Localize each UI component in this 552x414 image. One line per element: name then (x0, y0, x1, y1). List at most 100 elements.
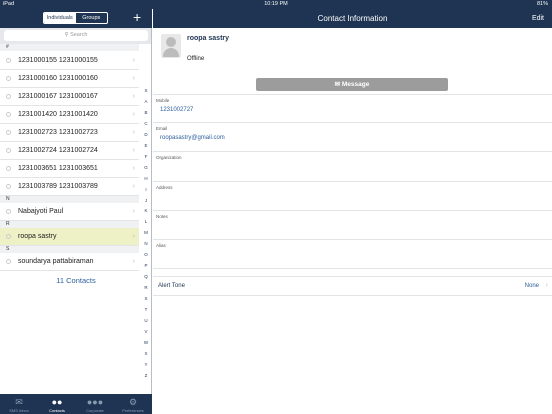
contact-name: 1231000167 1231000167 (18, 93, 98, 100)
tab-contacts[interactable]: ●● Contacts (38, 394, 76, 414)
contact-row[interactable]: 1231000155 1231000155 › (0, 52, 139, 70)
contact-row[interactable]: soundarya pattabiraman › (0, 253, 139, 271)
envelope-icon: ✉ (15, 397, 23, 407)
contact-name: 1231003651 1231003651 (18, 165, 98, 172)
tab-corporate[interactable]: ●●● Corporate (76, 394, 114, 414)
index-letter[interactable]: A (144, 99, 147, 104)
contact-name: 1231000160 1231000160 (18, 75, 98, 82)
seg-individuals[interactable]: Individuals (44, 13, 76, 23)
seg-groups[interactable]: Groups (76, 13, 108, 23)
chevron-right-icon: › (545, 282, 548, 289)
field-alias[interactable]: Alias (153, 240, 552, 269)
section-header-hash: # (0, 44, 139, 51)
search-placeholder: Search (70, 32, 88, 38)
index-letter[interactable]: Y (144, 362, 147, 367)
add-contact-button[interactable]: + (133, 10, 141, 25)
contact-row[interactable]: 1231003789 1231003789 › (0, 178, 139, 196)
index-letter[interactable]: Z (145, 373, 148, 378)
chevron-right-icon: › (132, 147, 135, 154)
field-notes[interactable]: Notes (153, 211, 552, 240)
contact-name: 1231002724 1231002724 (18, 147, 98, 154)
contact-row[interactable]: 1231002723 1231002723 › (0, 124, 139, 142)
contact-name: 1231002723 1231002723 (18, 129, 98, 136)
field-mobile[interactable]: Mobile 1231002727 (153, 94, 552, 123)
index-letter[interactable]: D (144, 132, 147, 137)
field-label: Mobile (156, 98, 170, 103)
index-letter[interactable]: L (145, 219, 148, 224)
index-letter[interactable]: C (144, 121, 147, 126)
people-icon: ●● (51, 397, 63, 407)
field-value[interactable]: 1231002727 (160, 107, 193, 113)
contact-row[interactable]: Nabajyoti Paul › (0, 203, 139, 221)
index-letter[interactable]: N (144, 241, 147, 246)
status-time: 10:19 PM (264, 1, 288, 7)
index-letter[interactable]: K (144, 208, 147, 213)
chevron-right-icon: › (132, 183, 135, 190)
contact-row[interactable]: 1231001420 1231001420 › (0, 106, 139, 124)
tab-sms-inbox[interactable]: ✉ SMS Inbox (0, 394, 38, 414)
index-letter[interactable]: S (144, 88, 147, 93)
contact-name-title: roopa sastry (187, 35, 230, 42)
message-button-label: Message (341, 81, 370, 88)
chevron-right-icon: › (132, 208, 135, 215)
index-letter[interactable]: H (144, 176, 147, 181)
search-input[interactable]: ⚲ Search (4, 30, 148, 41)
radio-icon (6, 148, 11, 153)
contact-name: 1231003789 1231003789 (18, 183, 98, 190)
contact-row[interactable]: 1231000160 1231000160 › (0, 70, 139, 88)
index-letter[interactable]: R (144, 285, 147, 290)
battery-label: 81% (536, 1, 548, 7)
index-letter[interactable]: T (145, 307, 148, 312)
message-button[interactable]: ✉ Message (256, 78, 448, 91)
index-letter[interactable]: Q (144, 274, 148, 279)
field-label: Organization (156, 155, 182, 160)
left-header: Individuals Groups + (0, 9, 152, 28)
index-letter[interactable]: E (144, 143, 147, 148)
chevron-right-icon: › (132, 233, 135, 240)
edit-button[interactable]: Edit (532, 9, 544, 28)
index-letter[interactable]: X (144, 351, 147, 356)
contact-detail-pane: roopa sastry Offline ✉ Message Mobile 123… (153, 28, 552, 414)
alert-tone-row[interactable]: Alert Tone None › (153, 276, 552, 296)
radio-icon (6, 209, 11, 214)
index-letter[interactable]: B (144, 110, 147, 115)
index-letter[interactable]: P (144, 263, 147, 268)
tab-bar: ✉ SMS Inbox ●● Contacts ●●● Corporate ⚙ Pref… (0, 394, 152, 414)
contact-row[interactable]: 1231002724 1231002724 › (0, 142, 139, 160)
avatar (161, 34, 181, 58)
gear-icon: ⚙ (128, 397, 138, 407)
chevron-right-icon: › (132, 258, 135, 265)
alert-tone-label: Alert Tone (158, 283, 185, 289)
chevron-right-icon: › (132, 129, 135, 136)
index-letter[interactable]: W (144, 340, 148, 345)
field-email[interactable]: Email roopasastry@gmail.com (153, 123, 552, 152)
index-letter[interactable]: S (144, 296, 147, 301)
radio-icon (6, 259, 11, 264)
field-organization[interactable]: Organization (153, 152, 552, 182)
contact-row[interactable]: 1231000167 1231000167 › (0, 88, 139, 106)
contact-row-selected[interactable]: roopa sastry › (0, 228, 139, 246)
index-letter[interactable]: O (144, 252, 148, 257)
index-letter[interactable]: U (144, 318, 147, 323)
field-label: Alias (156, 243, 166, 248)
section-index[interactable]: S A B C D E F G H I J K L M N O P Q R S … (142, 88, 150, 378)
envelope-icon: ✉ (334, 81, 341, 88)
contact-name: 1231000155 1231000155 (18, 57, 98, 64)
radio-icon (6, 112, 11, 117)
index-letter[interactable]: V (144, 329, 147, 334)
radio-icon (6, 76, 11, 81)
group-icon: ●●● (86, 397, 104, 407)
index-letter[interactable]: M (144, 230, 148, 235)
contact-row[interactable]: 1231003651 1231003651 › (0, 160, 139, 178)
index-letter[interactable]: J (145, 198, 147, 203)
contact-name: Nabajyoti Paul (18, 208, 64, 215)
index-letter[interactable]: I (145, 187, 146, 192)
index-letter[interactable]: F (145, 154, 148, 159)
search-bar: ⚲ Search (0, 28, 151, 44)
index-letter[interactable]: G (144, 165, 148, 170)
tab-preferences[interactable]: ⚙ Preferences (114, 394, 152, 414)
chevron-right-icon: › (132, 93, 135, 100)
field-value[interactable]: roopasastry@gmail.com (160, 135, 225, 141)
field-address[interactable]: Address (153, 182, 552, 211)
field-label: Notes (156, 214, 168, 219)
